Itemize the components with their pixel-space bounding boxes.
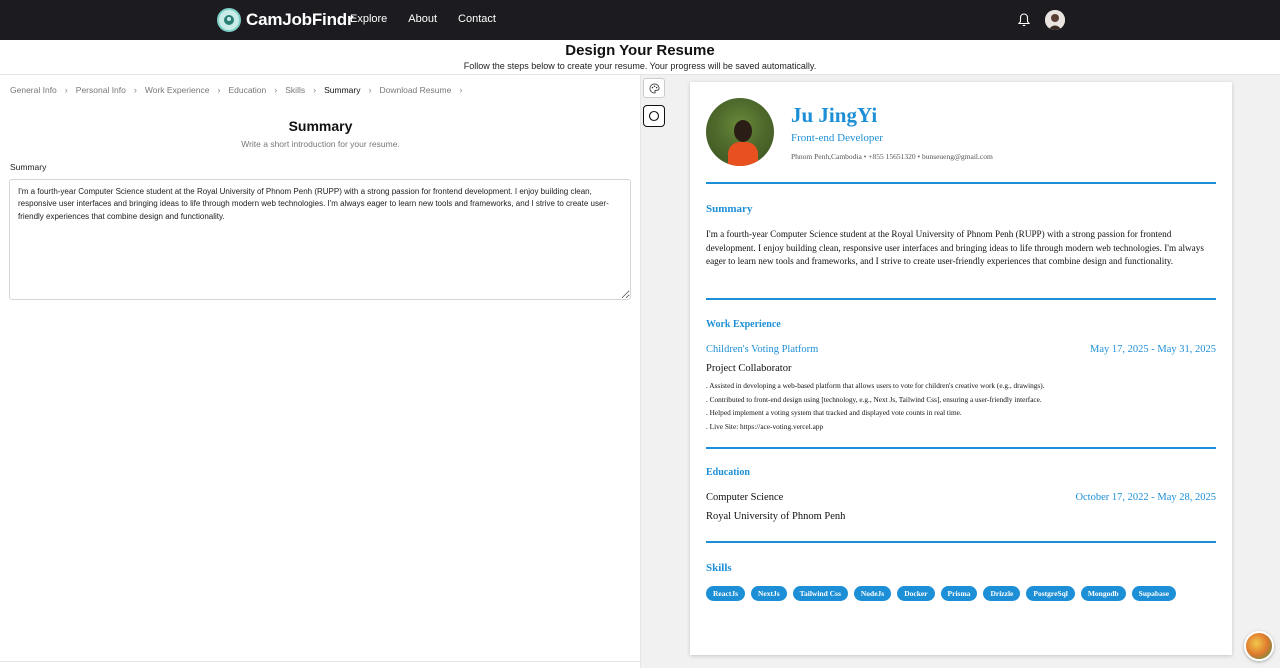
floating-app-icon[interactable]	[1244, 631, 1274, 661]
step-work-experience[interactable]: Work Experience	[145, 85, 210, 95]
breadcrumb: General Info › Personal Info › Work Expe…	[10, 85, 470, 95]
palette-button[interactable]	[643, 78, 665, 98]
top-navbar: CamJobFindr Explore About Contact	[0, 0, 1280, 40]
resume-education-heading: Education	[706, 467, 750, 478]
job-title: Children's Voting Platform	[706, 344, 819, 355]
form-subtitle: Write a short introduction for your resu…	[241, 139, 400, 149]
job-bullet: . Live Site: https://ace-voting.vercel.a…	[706, 421, 824, 431]
resume-summary-heading: Summary	[706, 203, 753, 215]
page-header: Design Your Resume Follow the steps belo…	[0, 40, 1280, 75]
resume-preview: Ju JingYi Front-end Developer Phnom Penh…	[690, 82, 1232, 655]
resume-contact: Phnom Penh,Cambodia • +855 15651320 • bu…	[791, 152, 993, 161]
step-download-resume[interactable]: Download Resume	[379, 85, 451, 95]
chevron-right-icon: ›	[313, 85, 317, 95]
summary-label: Summary	[10, 162, 47, 172]
profile-photo	[706, 98, 774, 166]
user-avatar[interactable]	[1045, 10, 1065, 30]
page-title: Design Your Resume	[565, 42, 715, 59]
skill-badge: Supabase	[1131, 586, 1177, 601]
skill-badge: Docker	[897, 586, 935, 601]
divider	[706, 447, 1216, 449]
skill-badge: Drizzle	[983, 586, 1021, 601]
editor-panel: General Info › Personal Info › Work Expe…	[0, 75, 641, 668]
nav-links: Explore About Contact	[350, 13, 496, 25]
job-dates: May 17, 2025 - May 31, 2025	[1090, 344, 1216, 355]
divider	[706, 541, 1216, 543]
circle-icon	[648, 110, 660, 122]
chevron-right-icon: ›	[274, 85, 278, 95]
shape-toggle-button[interactable]	[643, 105, 665, 127]
skill-badge: Tailwind Css	[792, 586, 848, 601]
step-general-info[interactable]: General Info	[10, 85, 57, 95]
brand-logo-icon	[217, 8, 241, 32]
brand-name: CamJobFindr	[246, 10, 354, 29]
nav-link-contact[interactable]: Contact	[458, 13, 496, 25]
chevron-right-icon: ›	[64, 85, 68, 95]
chevron-right-icon: ›	[133, 85, 137, 95]
job-bullet: . Assisted in developing a web-based pla…	[706, 381, 1045, 390]
palette-icon	[649, 83, 659, 93]
divider	[706, 182, 1216, 184]
nav-link-about[interactable]: About	[408, 13, 437, 25]
step-education[interactable]: Education	[228, 85, 266, 95]
resume-name: Ju JingYi	[791, 103, 878, 127]
bell-icon[interactable]	[1017, 13, 1031, 27]
skill-badge: PostgreSql	[1026, 586, 1075, 601]
skill-badge: NextJs	[751, 586, 787, 601]
divider	[706, 298, 1216, 300]
education-dates: October 17, 2022 - May 28, 2025	[1075, 492, 1216, 503]
job-bullet: . Contributed to front-end design using …	[706, 394, 1042, 404]
chevron-right-icon: ›	[368, 85, 372, 95]
chevron-right-icon: ›	[459, 85, 463, 95]
brand[interactable]: CamJobFindr	[217, 8, 354, 32]
skill-badge: ReactJs	[706, 586, 745, 601]
resume-summary-text: I'm a fourth-year Computer Science stude…	[706, 229, 1204, 267]
education-degree: Computer Science	[706, 492, 784, 503]
form-title: Summary	[288, 118, 353, 134]
page-subtitle: Follow the steps below to create your re…	[463, 61, 817, 71]
nav-link-explore[interactable]: Explore	[350, 13, 387, 25]
summary-textarea[interactable]: I'm a fourth-year Computer Science stude…	[9, 179, 631, 300]
resume-role: Front-end Developer	[791, 132, 883, 144]
step-summary[interactable]: Summary	[324, 85, 360, 95]
step-personal-info[interactable]: Personal Info	[76, 85, 126, 95]
job-role: Project Collaborator	[706, 363, 792, 374]
step-skills[interactable]: Skills	[285, 85, 305, 95]
skill-badge: Mongodb	[1080, 586, 1126, 601]
skill-badge: NodeJs	[853, 586, 892, 601]
skill-badge: Prisma	[940, 586, 978, 601]
job-bullets: . Assisted in developing a web-based pla…	[706, 379, 1045, 433]
resume-skills-heading: Skills	[706, 562, 732, 574]
skills-list: ReactJs NextJs Tailwind Css NodeJs Docke…	[706, 586, 1177, 601]
job-bullet: . Helped implement a voting system that …	[706, 408, 962, 418]
education-school: Royal University of Phnom Penh	[706, 511, 846, 522]
resume-work-heading: Work Experience	[706, 319, 781, 330]
chevron-right-icon: ›	[217, 85, 221, 95]
divider	[0, 661, 641, 662]
